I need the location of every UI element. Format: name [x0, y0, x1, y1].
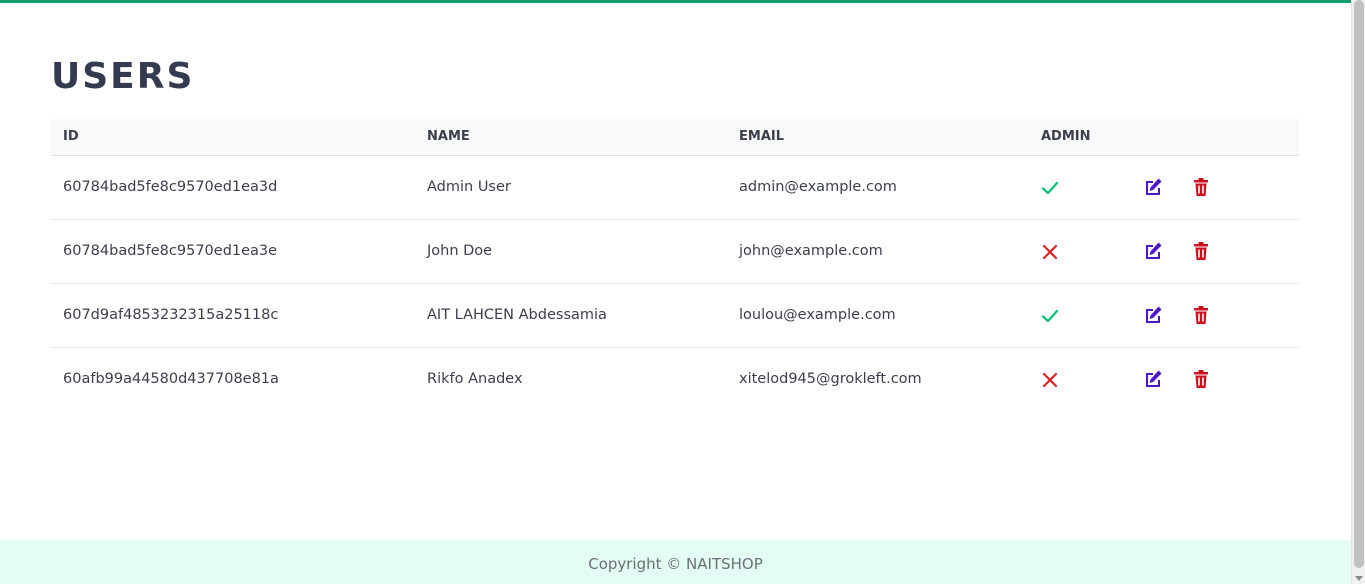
trash-icon	[1194, 306, 1208, 324]
delete-user-button[interactable]	[1191, 240, 1211, 262]
edit-icon	[1146, 370, 1162, 388]
edit-icon	[1146, 178, 1162, 195]
header-actions	[1131, 119, 1299, 156]
trash-icon	[1194, 370, 1208, 389]
delete-user-button[interactable]	[1191, 368, 1211, 390]
table-header-row: ID NAME EMAIL ADMIN	[51, 119, 1299, 156]
edit-icon	[1146, 242, 1162, 259]
cell-email: john@example.com	[739, 243, 883, 259]
check-icon	[1041, 181, 1059, 195]
edit-user-button[interactable]	[1143, 176, 1163, 198]
cell-email: xitelod945@grokleft.com	[739, 371, 922, 388]
cell-email: loulou@example.com	[739, 307, 896, 323]
table-row: 60afb99a44580d437708e81a Rikfo Anadex xite…	[51, 347, 1299, 411]
cell-id: 60afb99a44580d437708e81a	[63, 371, 279, 388]
table-row: 607d9af4853232315a25118c AIT LAHCEN Abdes…	[51, 283, 1299, 347]
cell-actions	[1131, 347, 1299, 411]
edit-user-button[interactable]	[1143, 368, 1163, 390]
page-title: USERS	[51, 56, 195, 97]
users-table: ID NAME EMAIL ADMIN 60784bad5fe8c9570ed1…	[51, 119, 1299, 411]
row-actions	[1143, 240, 1299, 262]
footer-copyright: Copyright © NAITSHOP	[588, 555, 763, 573]
scrollbar-thumb[interactable]	[1354, 0, 1364, 568]
cell-id: 60784bad5fe8c9570ed1ea3d	[63, 179, 278, 195]
table-body: 60784bad5fe8c9570ed1ea3d Admin User admin@…	[51, 155, 1299, 411]
cell-email: admin@example.com	[739, 179, 897, 195]
cell-admin	[1029, 219, 1131, 283]
edit-user-button[interactable]	[1143, 304, 1163, 326]
cell-actions	[1131, 283, 1299, 347]
table-row: 60784bad5fe8c9570ed1ea3e John Doe john@exa…	[51, 219, 1299, 283]
cell-actions	[1131, 219, 1299, 283]
table-row: 60784bad5fe8c9570ed1ea3d Admin User admin@…	[51, 155, 1299, 219]
cell-id: 607d9af4853232315a25118c	[63, 307, 279, 323]
cell-name: AIT LAHCEN Abdessamia	[427, 307, 607, 323]
footer: Copyright © NAITSHOP	[0, 540, 1351, 584]
x-icon	[1042, 244, 1058, 260]
cell-admin	[1029, 347, 1131, 411]
delete-user-button[interactable]	[1191, 304, 1211, 326]
top-accent-bar	[0, 0, 1351, 3]
row-actions	[1143, 368, 1299, 390]
cell-admin	[1029, 283, 1131, 347]
trash-icon	[1194, 178, 1208, 196]
check-icon	[1041, 309, 1059, 323]
vertical-scrollbar[interactable]	[1351, 0, 1365, 584]
x-icon	[1042, 373, 1058, 388]
cell-name: Rikfo Anadex	[427, 371, 523, 388]
header-id: ID	[51, 119, 415, 156]
row-actions	[1143, 176, 1299, 198]
header-admin: ADMIN	[1029, 119, 1131, 156]
header-name: NAME	[415, 119, 727, 156]
scroll-down-arrow-icon[interactable]	[1355, 576, 1363, 581]
cell-name: Admin User	[427, 179, 511, 195]
cell-id: 60784bad5fe8c9570ed1ea3e	[63, 243, 278, 259]
cell-actions	[1131, 155, 1299, 219]
delete-user-button[interactable]	[1191, 176, 1211, 198]
cell-name: John Doe	[427, 243, 493, 259]
cell-admin	[1029, 155, 1131, 219]
header-email: EMAIL	[727, 119, 1029, 156]
edit-icon	[1146, 306, 1162, 323]
row-actions	[1143, 304, 1299, 326]
trash-icon	[1194, 242, 1208, 260]
edit-user-button[interactable]	[1143, 240, 1163, 262]
